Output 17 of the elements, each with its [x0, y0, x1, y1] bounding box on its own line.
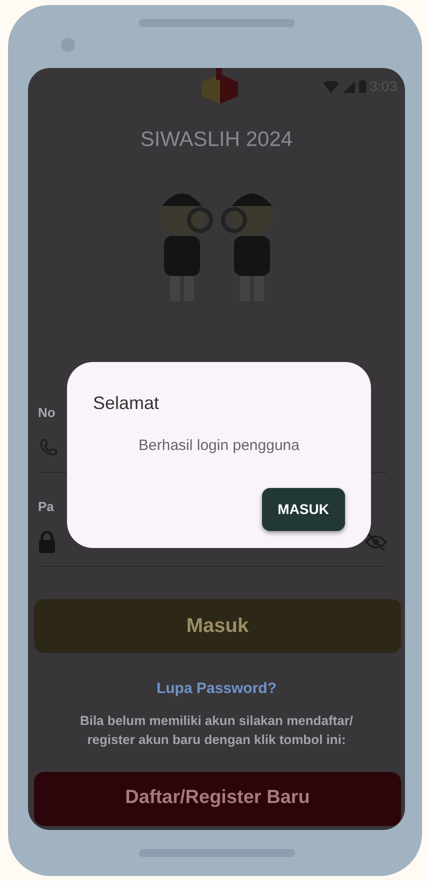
field-label: Pa: [38, 498, 54, 516]
login-button[interactable]: Masuk: [34, 598, 401, 652]
lock-icon: [38, 531, 56, 553]
signal-icon: [342, 80, 355, 92]
dialog-message: Berhasil login pengguna: [138, 436, 300, 456]
phone-icon: [38, 438, 58, 458]
field-label: No: [38, 404, 56, 422]
dialog-title: Selamat: [93, 392, 160, 415]
dialog-ok-button[interactable]: MASUK: [262, 488, 345, 530]
register-button[interactable]: Daftar/Register Baru: [34, 772, 401, 826]
app-title: SIWASLIH 2024: [139, 127, 294, 153]
wifi-icon: [322, 80, 339, 92]
register-hint-text: Bila belum memiliki akun silakan mendaftar/ register akun baru dengan klik tombol ini:: [78, 712, 354, 749]
eye-off-icon[interactable]: [365, 533, 387, 551]
battery-icon: [358, 80, 366, 93]
ballot-box-logo-icon: [200, 68, 240, 106]
forgot-password-link[interactable]: Lupa Password?: [156, 680, 277, 696]
